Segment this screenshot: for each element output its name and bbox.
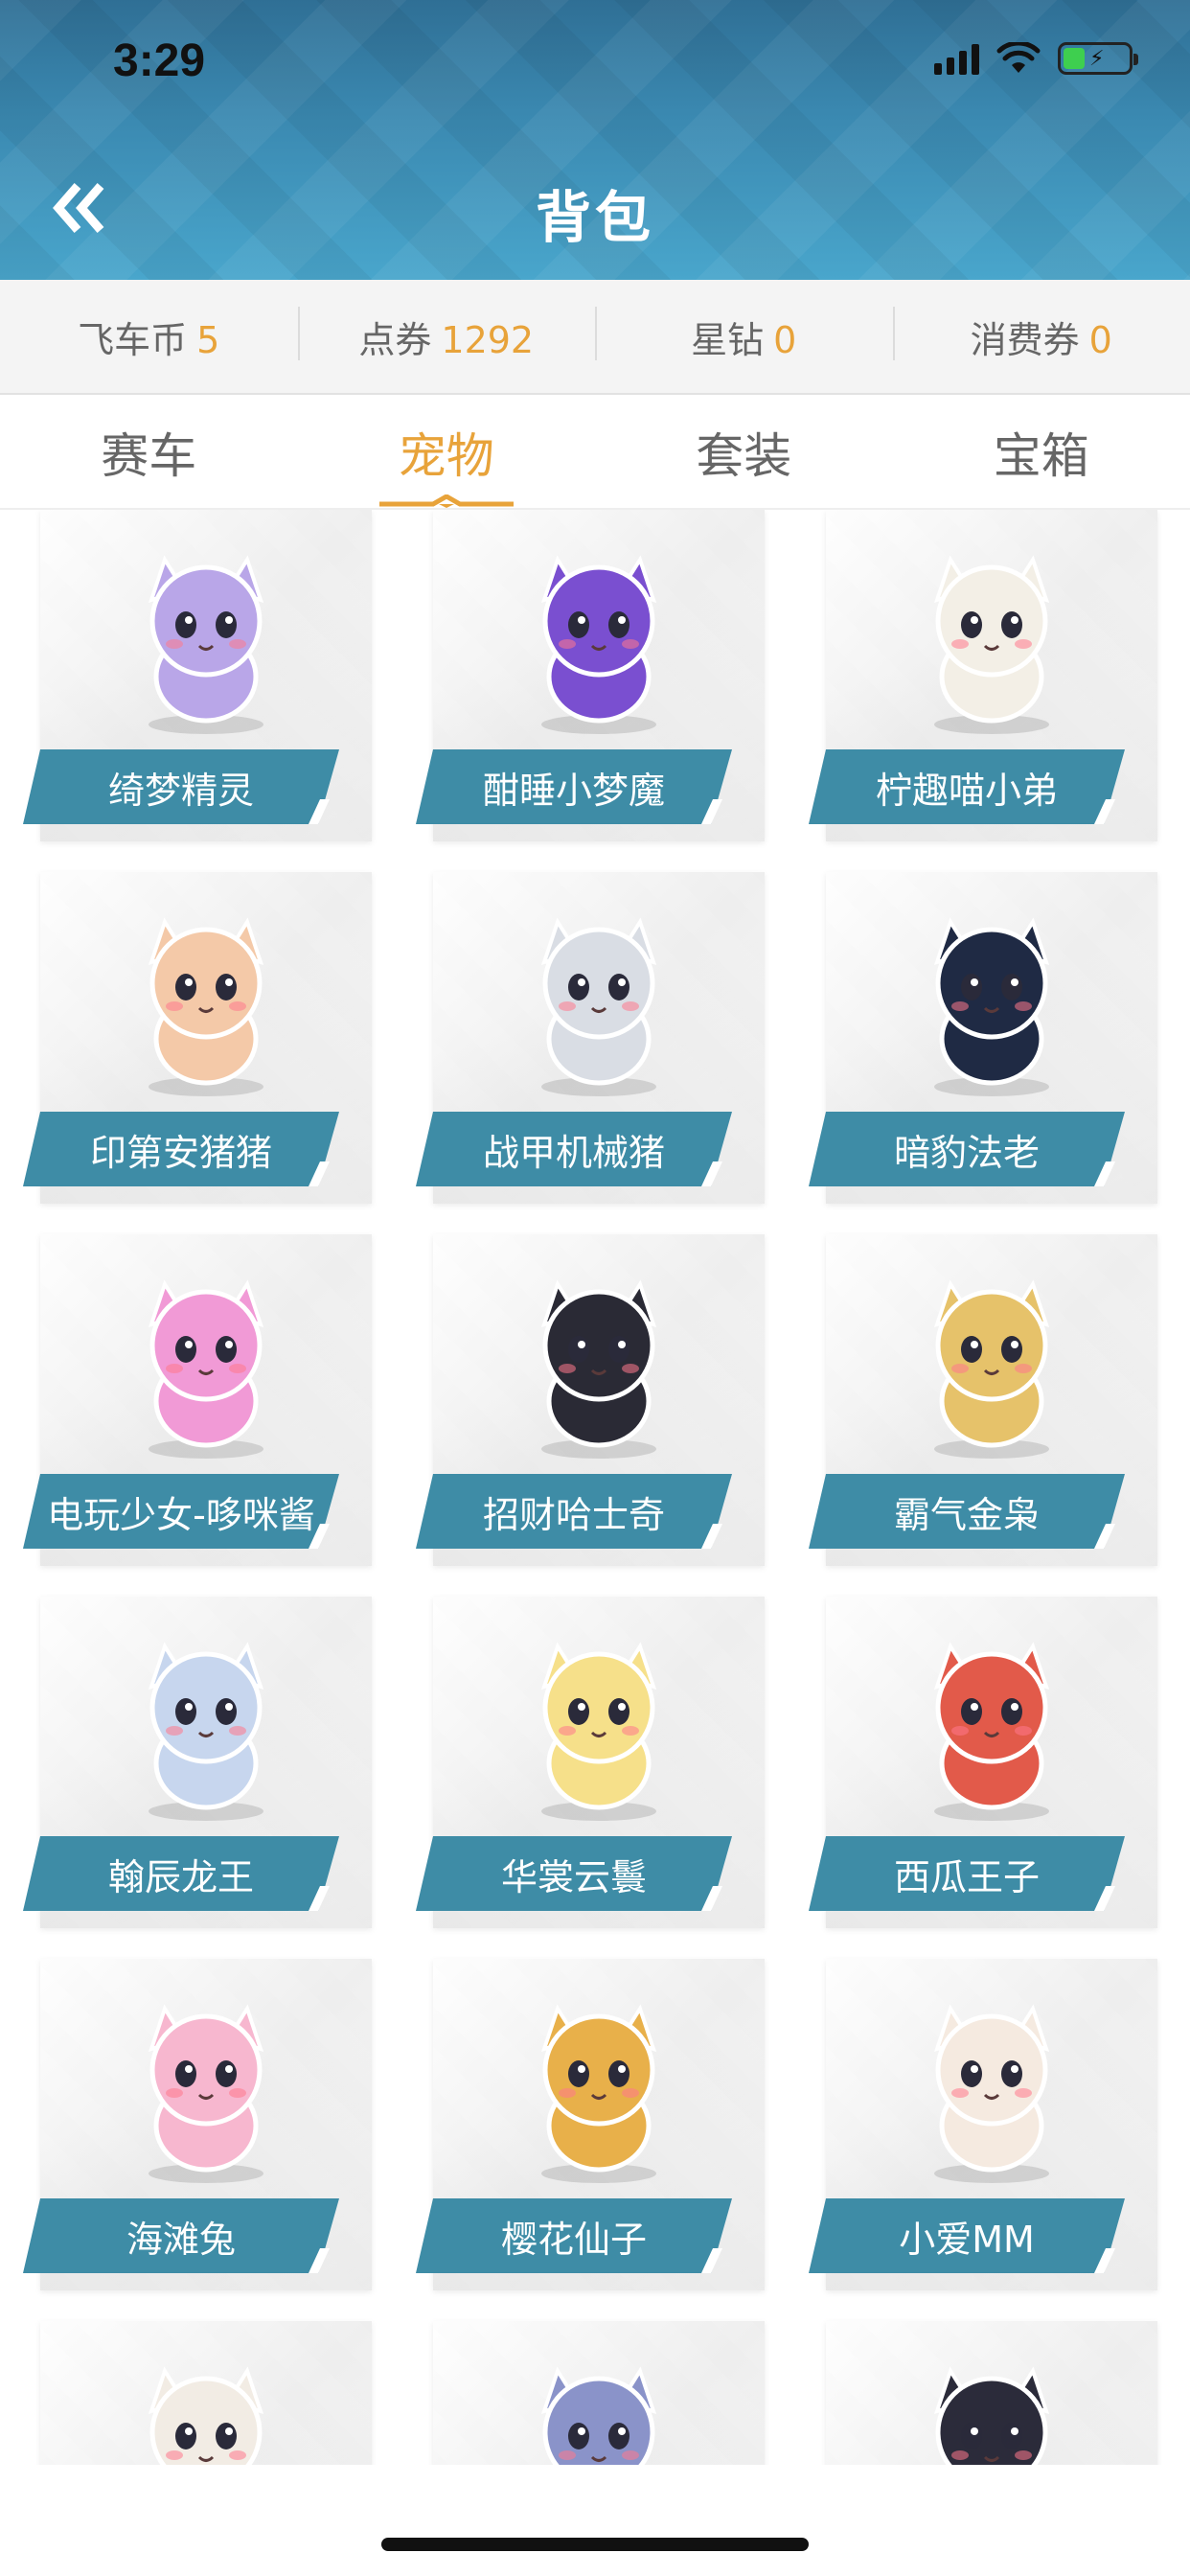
pet-illustration [148, 917, 264, 1096]
pet-name-plate: 印第安猪猪 [23, 1112, 339, 1186]
currency-feiche-coin: 飞车币 5 [0, 310, 298, 363]
category-tabs: 赛车 宠物 套装 宝箱 [0, 397, 1190, 510]
pet-card[interactable]: 华裳云鬟 [412, 1597, 786, 1932]
pet-illustration [148, 2004, 264, 2183]
pet-illustration [540, 1642, 657, 1821]
pet-card[interactable]: 酣睡小梦魔 [412, 510, 786, 845]
currency-label: 飞车币 [78, 318, 188, 361]
cellular-signal-icon [934, 42, 979, 75]
currency-value: 0 [773, 318, 797, 361]
currency-value: 1292 [441, 318, 535, 361]
currency-label: 点券 [358, 318, 432, 361]
tab-outfits[interactable]: 套装 [595, 397, 893, 508]
pet-grid: 绮梦精灵 酣睡小梦魔 柠趣喵小弟印第安猪猪 战甲机械猪 暗豹法老电玩少女-哆咪酱 招财哈士… [0, 510, 1190, 2465]
plate-corner-icon [309, 2248, 330, 2273]
pet-illustration [933, 2366, 1050, 2465]
pet-name-plate: 翰辰龙王 [23, 1836, 339, 1911]
pet-grid-scroll[interactable]: 绮梦精灵 酣睡小梦魔 柠趣喵小弟印第安猪猪 战甲机械猪 暗豹法老电玩少女-哆咪酱 招财哈士… [0, 510, 1190, 2465]
plate-corner-icon [309, 799, 330, 824]
plate-corner-icon [701, 2248, 722, 2273]
currency-label: 星钻 [691, 318, 765, 361]
pet-illustration [540, 917, 657, 1096]
pet-name-plate: 战甲机械猪 [416, 1112, 732, 1186]
currency-xingzuan: 星钻 0 [595, 306, 893, 363]
pet-illustration [540, 2004, 657, 2183]
pet-name-plate: 霸气金枭 [809, 1474, 1125, 1549]
tab-treasure-boxes[interactable]: 宝箱 [893, 397, 1190, 508]
currency-bar: 飞车币 5 点券 1292 星钻 0 消费券 0 [0, 280, 1190, 395]
currency-xiaofeiquan: 消费券 0 [892, 306, 1190, 363]
wifi-icon [996, 42, 1041, 73]
pet-card[interactable]: 小爱MM [805, 1959, 1179, 2294]
plate-corner-icon [309, 1886, 330, 1911]
pet-name-plate: 电玩少女-哆咪酱 [23, 1474, 339, 1549]
pet-illustration [933, 1642, 1050, 1821]
pet-name-plate: 樱花仙子 [416, 2198, 732, 2273]
pet-illustration [933, 917, 1050, 1096]
plate-corner-icon [701, 799, 722, 824]
plate-corner-icon [1094, 2248, 1115, 2273]
pet-illustration [148, 1642, 264, 1821]
pet-card[interactable]: 海滩兔 [19, 1959, 393, 2294]
pet-illustration [148, 1279, 264, 1459]
pet-card[interactable]: 樱花仙子 [412, 1959, 786, 2294]
tab-label: 套装 [696, 428, 792, 484]
pet-card[interactable]: 招财哈士奇 [412, 1234, 786, 1570]
pet-card[interactable]: 印第安猪猪 [19, 872, 393, 1208]
pet-card[interactable]: 西瓜王子 [805, 1597, 1179, 1932]
currency-label: 消费券 [970, 318, 1080, 361]
page-title: 背包 [535, 185, 654, 250]
pet-card[interactable]: 绮梦精灵 [19, 510, 393, 845]
currency-value: 0 [1088, 318, 1112, 361]
plate-corner-icon [309, 1524, 330, 1549]
pet-card[interactable]: 暗豹法老 [805, 872, 1179, 1208]
currency-dianquan: 点券 1292 [297, 306, 596, 363]
app-header: 3:29 ⚡ 背包 [0, 0, 1190, 280]
plate-corner-icon [1094, 1886, 1115, 1911]
pet-card[interactable]: 翰辰龙王 [19, 1597, 393, 1932]
battery-charging-icon: ⚡ [1058, 42, 1138, 75]
status-time: 3:29 [113, 35, 206, 86]
pet-illustration [148, 555, 264, 734]
plate-corner-icon [701, 1886, 722, 1911]
pet-name-plate: 小爱MM [809, 2198, 1125, 2273]
tab-label: 赛车 [101, 428, 197, 484]
pet-card[interactable] [805, 2321, 1179, 2465]
tab-racing-cars[interactable]: 赛车 [0, 397, 298, 508]
home-indicator[interactable] [381, 2538, 809, 2551]
pet-name-plate: 华裳云鬟 [416, 1836, 732, 1911]
pet-illustration [933, 1279, 1050, 1459]
pet-name-plate: 柠趣喵小弟 [809, 749, 1125, 824]
tab-pets[interactable]: 宠物 [298, 397, 596, 508]
status-icons: ⚡ [934, 42, 1138, 75]
pet-name-plate: 招财哈士奇 [416, 1474, 732, 1549]
tab-label: 宠物 [398, 428, 494, 484]
pet-name-plate: 酣睡小梦魔 [416, 749, 732, 824]
pet-illustration [540, 1279, 657, 1459]
pet-name-plate: 暗豹法老 [809, 1112, 1125, 1186]
pet-illustration [933, 2004, 1050, 2183]
active-tab-indicator [378, 494, 514, 508]
pet-card[interactable] [412, 2321, 786, 2465]
plate-corner-icon [701, 1524, 722, 1549]
pet-card[interactable]: 柠趣喵小弟 [805, 510, 1179, 845]
pet-name-plate: 绮梦精灵 [23, 749, 339, 824]
plate-corner-icon [1094, 799, 1115, 824]
plate-corner-icon [1094, 1162, 1115, 1186]
plate-corner-icon [309, 1162, 330, 1186]
pet-card[interactable]: 电玩少女-哆咪酱 [19, 1234, 393, 1570]
pet-card[interactable]: 霸气金枭 [805, 1234, 1179, 1570]
tab-label: 宝箱 [993, 428, 1089, 484]
plate-corner-icon [1094, 1524, 1115, 1549]
pet-illustration [933, 555, 1050, 734]
currency-value: 5 [196, 318, 220, 361]
pet-illustration [148, 2366, 264, 2465]
pet-name-plate: 西瓜王子 [809, 1836, 1125, 1911]
plate-corner-icon [701, 1162, 722, 1186]
pet-illustration [540, 2366, 657, 2465]
pet-card[interactable] [19, 2321, 393, 2465]
pet-name-plate: 海滩兔 [23, 2198, 339, 2273]
pet-card[interactable]: 战甲机械猪 [412, 872, 786, 1208]
pet-illustration [540, 555, 657, 734]
